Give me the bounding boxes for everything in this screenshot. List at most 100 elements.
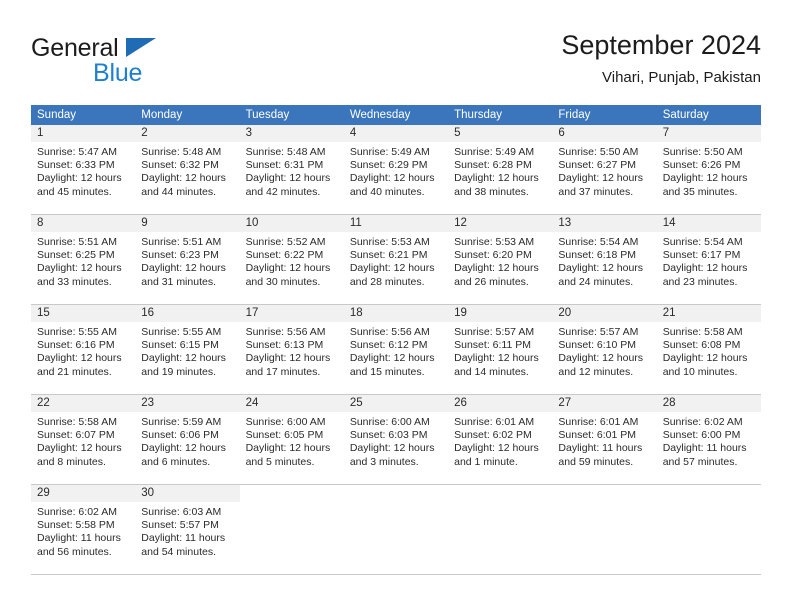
day-cell[interactable]: 14 Sunrise: 5:54 AM Sunset: 6:17 PM Dayl… [656,215,761,304]
day-cell[interactable]: 21 Sunrise: 5:58 AM Sunset: 6:08 PM Dayl… [656,305,761,394]
day-details: Sunrise: 5:49 AM Sunset: 6:28 PM Dayligh… [448,142,552,199]
day-cell[interactable]: 25 Sunrise: 6:00 AM Sunset: 6:03 PM Dayl… [343,395,449,484]
day-cell[interactable]: 8 Sunrise: 5:51 AM Sunset: 6:25 PM Dayli… [31,215,136,304]
daylight-text-line2: and 56 minutes. [37,545,112,558]
sunset-text: Sunset: 6:05 PM [245,429,324,442]
day-number-band: 11 [343,215,449,232]
day-details: Sunrise: 6:03 AM Sunset: 5:57 PM Dayligh… [135,502,239,559]
daylight-text-line2: and 38 minutes. [454,185,529,198]
daylight-text-line1: Daylight: 12 hours [141,262,226,275]
day-number-band: 18 [343,305,449,322]
sunrise-text: Sunrise: 5:48 AM [141,146,222,158]
day-cell[interactable]: 24 Sunrise: 6:00 AM Sunset: 6:05 PM Dayl… [239,395,344,484]
day-number-band: 2 [135,125,240,142]
sunrise-text: Sunrise: 5:53 AM [454,236,535,248]
weekday-header-thursday: Thursday [454,109,503,121]
day-cell[interactable]: 12 Sunrise: 5:53 AM Sunset: 6:20 PM Dayl… [448,215,553,304]
day-cell[interactable]: 28 Sunrise: 6:02 AM Sunset: 6:00 PM Dayl… [656,395,761,484]
day-cell[interactable]: 17 Sunrise: 5:56 AM Sunset: 6:13 PM Dayl… [239,305,344,394]
day-number: 26 [454,397,467,409]
day-number: 29 [37,487,50,499]
day-cell[interactable]: 13 Sunrise: 5:54 AM Sunset: 6:18 PM Dayl… [552,215,657,304]
sunrise-text: Sunrise: 5:55 AM [37,326,117,338]
daylight-text-line2: and 42 minutes. [245,185,321,198]
day-details: Sunrise: 5:47 AM Sunset: 6:33 PM Dayligh… [31,142,135,199]
day-cell-empty [343,485,449,574]
day-cell-empty [552,485,657,574]
daylight-text-line2: and 19 minutes. [141,365,216,378]
sunset-text: Sunset: 5:58 PM [37,519,115,532]
day-details: Sunrise: 6:00 AM Sunset: 6:05 PM Dayligh… [240,412,344,469]
sunset-text: Sunset: 6:26 PM [662,159,741,172]
day-cell[interactable]: 11 Sunrise: 5:53 AM Sunset: 6:21 PM Dayl… [343,215,449,304]
day-number: 16 [141,307,155,319]
sunset-text: Sunset: 6:02 PM [454,429,532,442]
day-number: 6 [558,127,565,139]
day-details: Sunrise: 6:00 AM Sunset: 6:03 PM Dayligh… [344,412,448,469]
sunrise-text: Sunrise: 6:01 AM [558,416,639,428]
sunrise-text: Sunrise: 6:00 AM [245,416,326,428]
day-cell[interactable]: 30 Sunrise: 6:03 AM Sunset: 5:57 PM Dayl… [135,485,240,574]
day-cell[interactable]: 6 Sunrise: 5:50 AM Sunset: 6:27 PM Dayli… [552,125,657,214]
daylight-text-line1: Daylight: 12 hours [454,352,539,365]
daylight-text-line1: Daylight: 12 hours [37,442,122,455]
day-cell[interactable]: 23 Sunrise: 5:59 AM Sunset: 6:06 PM Dayl… [135,395,240,484]
day-details: Sunrise: 5:56 AM Sunset: 6:12 PM Dayligh… [344,322,448,379]
day-cell[interactable]: 22 Sunrise: 5:58 AM Sunset: 6:07 PM Dayl… [31,395,136,484]
day-number-band: 26 [448,395,553,412]
day-number-band: 19 [448,305,553,322]
day-details: Sunrise: 6:02 AM Sunset: 5:58 PM Dayligh… [31,502,135,559]
day-details: Sunrise: 5:58 AM Sunset: 6:07 PM Dayligh… [31,412,135,469]
week-row: 22 Sunrise: 5:58 AM Sunset: 6:07 PM Dayl… [31,395,761,485]
daylight-text-line1: Daylight: 12 hours [349,352,435,365]
day-details: Sunrise: 6:02 AM Sunset: 6:00 PM Dayligh… [657,412,761,469]
sunset-text: Sunset: 6:00 PM [662,429,741,442]
daylight-text-line2: and 12 minutes. [558,365,634,378]
day-cell[interactable]: 1 Sunrise: 5:47 AM Sunset: 6:33 PM Dayli… [31,125,136,214]
day-details: Sunrise: 5:54 AM Sunset: 6:17 PM Dayligh… [657,232,761,289]
day-cell[interactable]: 29 Sunrise: 6:02 AM Sunset: 5:58 PM Dayl… [31,485,136,574]
day-cell[interactable]: 5 Sunrise: 5:49 AM Sunset: 6:28 PM Dayli… [448,125,553,214]
sunset-text: Sunset: 6:13 PM [245,339,324,352]
day-cell[interactable]: 19 Sunrise: 5:57 AM Sunset: 6:11 PM Dayl… [448,305,553,394]
day-number-band: 14 [656,215,761,232]
day-details: Sunrise: 5:48 AM Sunset: 6:32 PM Dayligh… [135,142,239,199]
day-number: 1 [37,127,44,139]
daylight-text-line2: and 31 minutes. [141,275,216,288]
sunrise-text: Sunrise: 5:49 AM [349,146,430,158]
day-cell[interactable]: 2 Sunrise: 5:48 AM Sunset: 6:32 PM Dayli… [135,125,240,214]
day-number: 15 [37,307,50,319]
sunrise-text: Sunrise: 5:58 AM [37,416,117,428]
day-number-band: 22 [31,395,136,412]
day-details: Sunrise: 5:59 AM Sunset: 6:06 PM Dayligh… [135,412,239,469]
general-blue-logo[interactable]: General Blue [31,34,231,90]
day-cell[interactable]: 9 Sunrise: 5:51 AM Sunset: 6:23 PM Dayli… [135,215,240,304]
sunset-text: Sunset: 6:25 PM [37,249,115,262]
daylight-text-line2: and 10 minutes. [662,365,738,378]
sunrise-text: Sunrise: 6:03 AM [141,506,222,518]
day-cell[interactable]: 4 Sunrise: 5:49 AM Sunset: 6:29 PM Dayli… [343,125,449,214]
day-cell[interactable]: 15 Sunrise: 5:55 AM Sunset: 6:16 PM Dayl… [31,305,136,394]
day-cell[interactable]: 27 Sunrise: 6:01 AM Sunset: 6:01 PM Dayl… [552,395,657,484]
day-number-band [552,485,657,502]
weekday-header-row: Sunday Monday Tuesday Wednesday Thursday… [31,105,761,125]
sunset-text: Sunset: 6:27 PM [558,159,637,172]
day-cell[interactable]: 16 Sunrise: 5:55 AM Sunset: 6:15 PM Dayl… [135,305,240,394]
day-cell[interactable]: 26 Sunrise: 6:01 AM Sunset: 6:02 PM Dayl… [448,395,553,484]
day-cell[interactable]: 3 Sunrise: 5:48 AM Sunset: 6:31 PM Dayli… [239,125,344,214]
day-cell[interactable]: 10 Sunrise: 5:52 AM Sunset: 6:22 PM Dayl… [239,215,344,304]
day-number: 28 [662,397,676,409]
daylight-text-line2: and 44 minutes. [141,185,216,198]
day-cell[interactable]: 7 Sunrise: 5:50 AM Sunset: 6:26 PM Dayli… [656,125,761,214]
day-number: 12 [454,217,467,229]
day-number-band: 1 [31,125,136,142]
sunset-text: Sunset: 6:15 PM [141,339,219,352]
day-details: Sunrise: 5:53 AM Sunset: 6:20 PM Dayligh… [448,232,552,289]
day-number: 5 [454,127,461,139]
day-cell[interactable]: 18 Sunrise: 5:56 AM Sunset: 6:12 PM Dayl… [343,305,449,394]
day-cell[interactable]: 20 Sunrise: 5:57 AM Sunset: 6:10 PM Dayl… [552,305,657,394]
day-number-band: 25 [343,395,449,412]
daylight-text-line1: Daylight: 12 hours [454,262,539,275]
daylight-text-line1: Daylight: 12 hours [662,352,748,365]
day-details: Sunrise: 5:50 AM Sunset: 6:27 PM Dayligh… [552,142,656,199]
